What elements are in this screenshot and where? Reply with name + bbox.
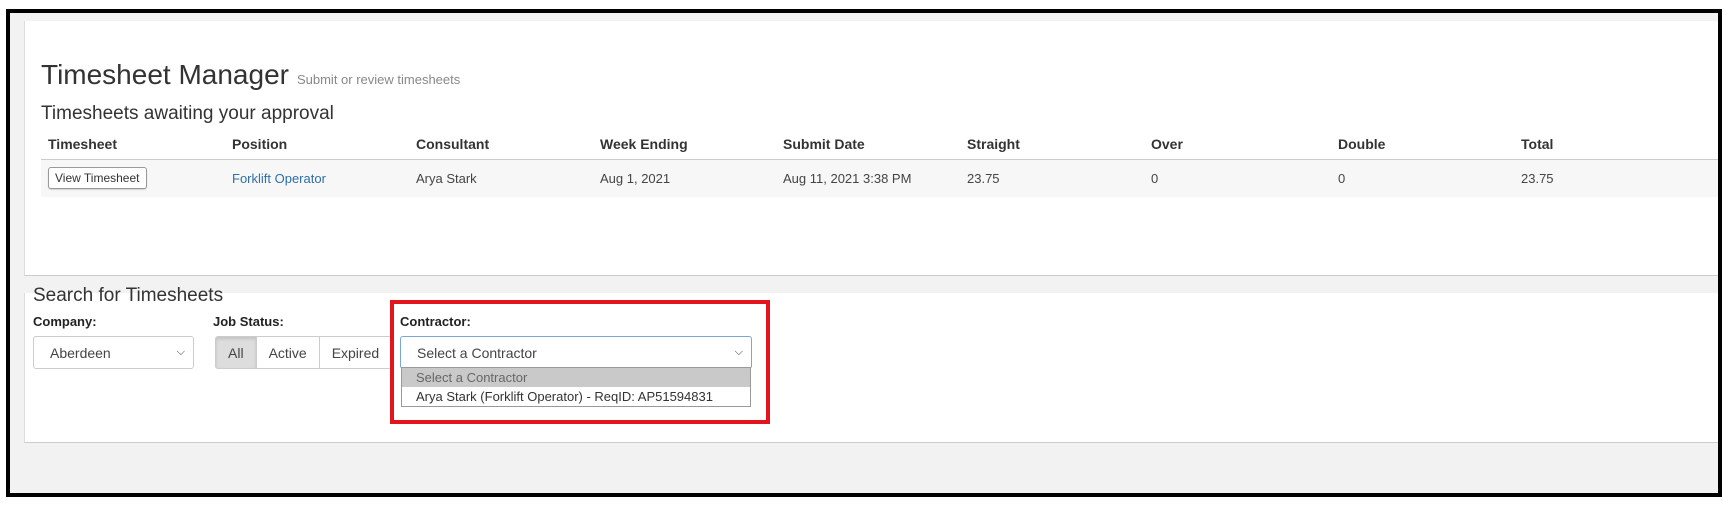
- cell-total: 23.75: [1514, 159, 1718, 197]
- company-select[interactable]: Aberdeen ⌵: [33, 336, 194, 369]
- column-header-timesheet: Timesheet: [41, 129, 225, 160]
- contractor-select[interactable]: Select a Contractor ⌵: [400, 336, 752, 369]
- view-timesheet-button[interactable]: View Timesheet: [48, 167, 147, 190]
- column-header-straight: Straight: [960, 129, 1144, 160]
- cell-week-ending: Aug 1, 2021: [593, 159, 776, 197]
- job-status-expired-button[interactable]: Expired: [318, 336, 393, 369]
- job-status-label: Job Status:: [213, 314, 284, 329]
- cell-position: Forklift Operator: [225, 159, 409, 197]
- position-link[interactable]: Forklift Operator: [232, 171, 326, 186]
- column-header-over: Over: [1144, 129, 1331, 160]
- chevron-down-icon: ⌵: [734, 346, 743, 358]
- job-status-all-button[interactable]: All: [215, 336, 257, 369]
- column-header-consultant: Consultant: [409, 129, 593, 160]
- page-header: Timesheet Manager Submit or review times…: [41, 59, 460, 91]
- contractor-option-placeholder[interactable]: Select a Contractor: [402, 368, 750, 387]
- cell-timesheet: View Timesheet: [41, 159, 225, 197]
- cell-submit-date: Aug 11, 2021 3:38 PM: [776, 159, 960, 197]
- cell-straight: 23.75: [960, 159, 1144, 197]
- column-header-week-ending: Week Ending: [593, 129, 776, 160]
- contractor-label: Contractor:: [400, 314, 471, 329]
- column-header-double: Double: [1331, 129, 1514, 160]
- cell-consultant: Arya Stark: [409, 159, 593, 197]
- approval-section-title: Timesheets awaiting your approval: [41, 103, 334, 124]
- job-status-active-button[interactable]: Active: [255, 336, 320, 369]
- page-subtitle: Submit or review timesheets: [296, 72, 461, 87]
- screenshot-frame: Timesheet Manager Submit or review times…: [6, 9, 1722, 497]
- cell-double: 0: [1331, 159, 1514, 197]
- page-title: Timesheet Manager: [41, 59, 289, 90]
- column-header-total: Total: [1514, 129, 1718, 160]
- contractor-dropdown-list: Select a Contractor Arya Stark (Forklift…: [401, 367, 751, 407]
- approval-table: Timesheet Position Consultant Week Endin…: [41, 129, 1718, 197]
- cell-over: 0: [1144, 159, 1331, 197]
- table-header-row: Timesheet Position Consultant Week Endin…: [41, 129, 1718, 160]
- search-section-title: Search for Timesheets: [33, 285, 224, 306]
- company-label: Company:: [33, 314, 97, 329]
- job-status-toggle-group: All Active Expired: [215, 336, 393, 369]
- chevron-down-icon: ⌵: [176, 346, 185, 358]
- contractor-select-value: Select a Contractor: [417, 344, 537, 361]
- table-row: View Timesheet Forklift Operator Arya St…: [41, 159, 1718, 197]
- approval-panel: Timesheet Manager Submit or review times…: [24, 21, 1718, 276]
- company-select-value: Aberdeen: [50, 344, 111, 361]
- column-header-position: Position: [225, 129, 409, 160]
- contractor-option-arya-stark[interactable]: Arya Stark (Forklift Operator) - ReqID: …: [402, 387, 750, 406]
- column-header-submit-date: Submit Date: [776, 129, 960, 160]
